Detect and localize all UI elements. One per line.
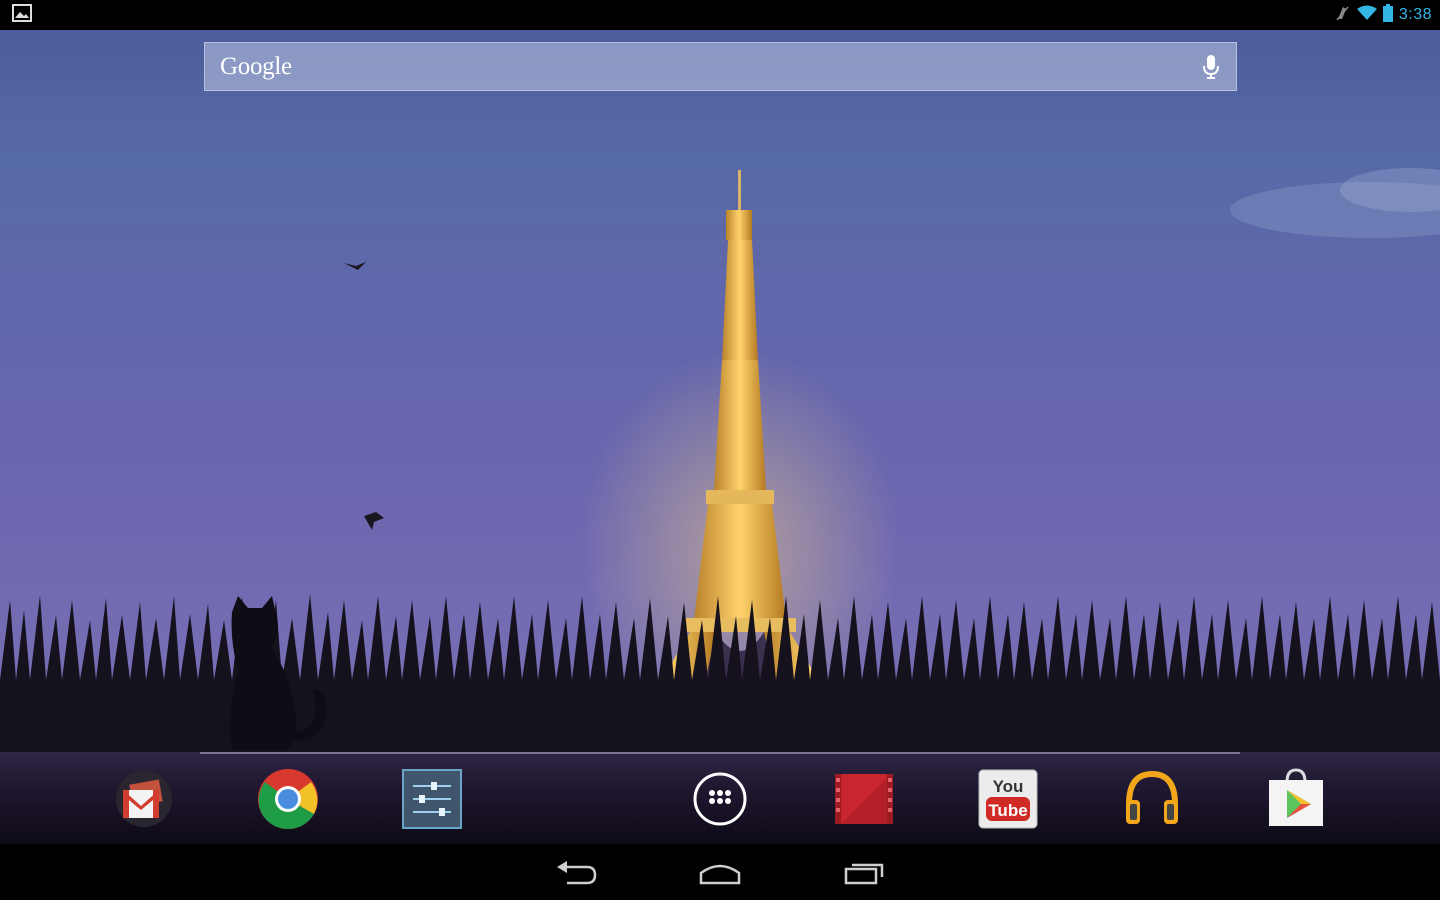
recents-button[interactable] <box>834 858 894 888</box>
no-sound-icon <box>1335 4 1351 27</box>
all-apps-button[interactable] <box>689 768 751 830</box>
home-icon <box>699 864 741 885</box>
home-button[interactable] <box>690 858 750 888</box>
dock-app-gmail[interactable] <box>113 768 175 830</box>
youtube-label-bottom: Tube <box>988 801 1027 820</box>
back-icon <box>557 861 597 885</box>
navigation-bar <box>0 844 1440 900</box>
youtube-label-top: You <box>993 777 1024 796</box>
all-apps-icon <box>693 772 747 826</box>
play-movies-icon <box>835 774 893 824</box>
grass-silhouette <box>0 594 1440 752</box>
dock-divider <box>200 752 1240 754</box>
wifi-icon <box>1356 5 1377 26</box>
dock-app-play-store[interactable] <box>1265 768 1327 830</box>
settings-icon <box>402 769 462 829</box>
dock-app-youtube[interactable]: You Tube <box>977 768 1039 830</box>
bird <box>364 512 384 530</box>
status-bar: 3:38 <box>0 0 1440 30</box>
screenshot-notification-icon[interactable] <box>12 3 32 27</box>
dock-app-chrome[interactable] <box>257 768 319 830</box>
dock-app-play-music[interactable] <box>1121 768 1183 830</box>
bird <box>344 262 366 270</box>
recents-icon <box>844 863 884 885</box>
back-button[interactable] <box>546 858 606 888</box>
play-store-icon <box>1269 768 1323 826</box>
dock-app-play-movies[interactable] <box>833 768 895 830</box>
gmail-icon <box>116 771 172 827</box>
eiffel-tower-wallpaper-illustration <box>0 168 1440 752</box>
status-time: 3:38 <box>1398 6 1432 23</box>
mic-icon[interactable] <box>1200 53 1222 81</box>
google-logo: Google <box>220 52 292 80</box>
google-search-bar[interactable]: Google <box>204 42 1237 91</box>
play-music-icon <box>1126 770 1178 824</box>
youtube-icon: You Tube <box>978 769 1038 829</box>
wallpaper <box>0 30 1440 752</box>
battery-icon <box>1382 3 1393 27</box>
app-dock: You Tube <box>0 752 1440 844</box>
chrome-icon <box>258 769 318 830</box>
dock-app-settings[interactable] <box>401 768 463 830</box>
